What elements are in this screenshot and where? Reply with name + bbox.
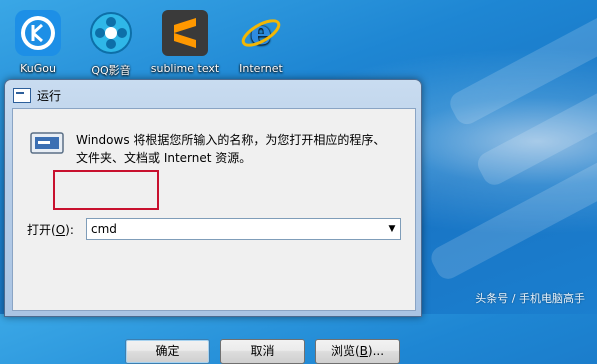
open-label-suffix: ): <box>65 223 74 237</box>
desktop-icon-kugou[interactable]: KuGou <box>1 10 75 75</box>
dialog-title: 运行 <box>37 88 62 103</box>
sublime-text-icon <box>162 10 208 56</box>
dialog-client-area: Windows 将根据您所输入的名称，为您打开相应的程序、文件夹、文档或 Int… <box>12 108 416 311</box>
browse-label-access-key: B <box>359 344 368 358</box>
open-input[interactable]: cmd <box>87 222 384 236</box>
open-label: 打开(O): <box>27 221 74 238</box>
ok-button-label: 确定 <box>155 344 180 358</box>
open-label-access-key: O <box>55 223 66 237</box>
browse-button[interactable]: 浏览(B)... <box>315 339 400 364</box>
kugou-icon <box>15 10 61 56</box>
qq-player-icon <box>88 10 134 56</box>
desktop-icon-label: Internet <box>239 62 283 75</box>
watermark: 头条号 / 手机电脑高手 <box>475 292 585 305</box>
run-dialog: 运行 Windows 将根据您所输入的名称，为您打开相应的程序、文件夹、文档或 … <box>4 79 422 364</box>
ok-button[interactable]: 确定 <box>125 339 210 364</box>
dialog-titlebar[interactable]: 运行 <box>13 85 61 105</box>
desktop-icon-label: KuGou <box>20 62 56 75</box>
browse-label-suffix: )... <box>367 344 385 358</box>
dropdown-arrow-icon[interactable]: ▼ <box>384 219 400 239</box>
desktop-icon-label: sublime text <box>150 62 220 75</box>
run-program-icon <box>30 130 64 156</box>
desktop-icon-qq-player[interactable]: QQ影音 <box>74 10 148 78</box>
open-label-prefix: 打开( <box>27 223 56 237</box>
cancel-button[interactable]: 取消 <box>220 339 305 364</box>
open-combobox[interactable]: cmd ▼ <box>86 218 401 240</box>
browse-label-prefix: 浏览( <box>330 344 360 358</box>
internet-explorer-icon: e <box>238 10 284 56</box>
cancel-button-label: 取消 <box>250 344 275 358</box>
dialog-description: Windows 将根据您所输入的名称，为您打开相应的程序、文件夹、文档或 Int… <box>76 133 386 165</box>
desktop-icon-internet[interactable]: e Internet <box>224 10 298 75</box>
run-title-icon <box>13 87 31 103</box>
svg-text:e: e <box>250 13 272 53</box>
desktop-icon-sublime[interactable]: sublime text <box>148 10 222 75</box>
desktop-icon-label: QQ影音 <box>91 64 131 77</box>
